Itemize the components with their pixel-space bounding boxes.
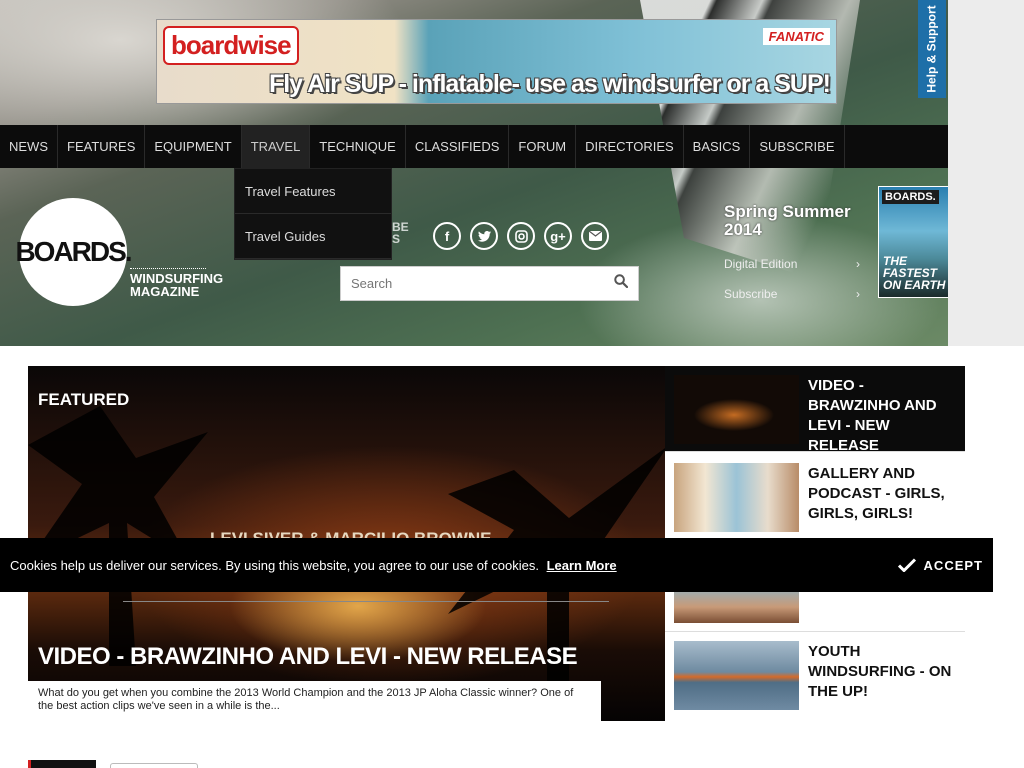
side-article-title: VIDEO - BRAWZINHO AND LEVI - NEW RELEASE [808, 377, 937, 454]
article-thumbnail [674, 375, 799, 444]
featured-label: FEATURED [38, 390, 130, 409]
side-article[interactable]: VIDEO - BRAWZINHO AND LEVI - NEW RELEASE [665, 366, 965, 454]
side-article-title: GALLERY AND PODCAST - GIRLS, GIRLS, GIRL… [808, 465, 945, 522]
digital-edition-link[interactable]: Digital Edition › [724, 257, 860, 271]
cover-masthead: BOARDS. [882, 190, 939, 204]
ad-tagline: Fly Air SUP - inflatable- use as windsur… [268, 70, 831, 98]
nav-equipment[interactable]: EQUIPMENT [145, 125, 242, 168]
issue-title-line2: 2014 [724, 220, 762, 239]
nav-subscribe[interactable]: SUBSCRIBE [750, 125, 845, 168]
section-tab[interactable] [28, 760, 96, 768]
issue-title: Spring Summer 2014 [724, 203, 851, 239]
chevron-right-icon: › [856, 287, 860, 301]
side-article-title: YOUTH WINDSURFING - ON THE UP! [808, 643, 952, 700]
cookie-consent-bar: Cookies help us deliver our services. By… [0, 538, 993, 592]
facebook-icon[interactable]: f [433, 222, 461, 250]
nav-classifieds[interactable]: CLASSIFIEDS [406, 125, 510, 168]
nav-travel[interactable]: TRAVEL [241, 125, 311, 168]
featured-excerpt: What do you get when you combine the 201… [28, 681, 601, 721]
logo-subtitle-line2: MAGAZINE [130, 284, 200, 299]
help-support-tab[interactable]: Help & Support [918, 0, 946, 98]
nav-forum[interactable]: FORUM [509, 125, 577, 168]
section-tab[interactable] [110, 763, 198, 768]
main-nav: NEWS FEATURES EQUIPMENT TRAVEL TECHNIQUE… [0, 125, 993, 168]
article-thumbnail [674, 463, 799, 532]
header-search-box [340, 266, 639, 301]
nav-technique[interactable]: TECHNIQUE [310, 125, 406, 168]
ad-brand-logo: boardwise [163, 26, 299, 65]
chevron-right-icon: › [856, 257, 860, 271]
learn-more-link[interactable]: Learn More [547, 558, 617, 573]
search-input[interactable] [341, 267, 591, 300]
accept-cookies-button[interactable]: ACCEPT [897, 557, 983, 573]
search-icon[interactable] [614, 274, 628, 288]
nav-basics[interactable]: BASICS [684, 125, 751, 168]
issue-title-line1: Spring Summer [724, 202, 851, 221]
subscribe-label: Subscribe [724, 287, 778, 301]
cookie-message-text: Cookies help us deliver our services. By… [10, 557, 539, 573]
side-article[interactable]: YOUTH WINDSURFING - ON THE UP! [665, 632, 965, 721]
featured-headline[interactable]: VIDEO - BRAWZINHO AND LEVI - NEW RELEASE [38, 643, 578, 671]
partially-hidden-text-line2: S [392, 232, 401, 246]
email-icon[interactable] [581, 222, 609, 250]
accept-label: ACCEPT [923, 557, 983, 573]
article-thumbnail [674, 641, 799, 710]
google-plus-icon[interactable]: g+ [544, 222, 572, 250]
help-support-label: Help & Support [925, 5, 940, 93]
dropdown-travel-guides[interactable]: Travel Guides [235, 214, 391, 259]
social-links: f g+ [433, 222, 609, 250]
checkmark-icon [897, 558, 916, 572]
cookie-message: Cookies help us deliver our services. By… [10, 558, 617, 573]
subscribe-link[interactable]: Subscribe › [724, 287, 860, 301]
partially-hidden-text: BE S [392, 221, 409, 245]
instagram-icon[interactable] [507, 222, 535, 250]
palm-silhouette [28, 406, 208, 666]
nav-news[interactable]: NEWS [0, 125, 58, 168]
nav-directories[interactable]: DIRECTORIES [576, 125, 684, 168]
logo-wordmark: BOARDS. [15, 236, 132, 267]
ad-banner[interactable]: boardwise FANATIC Fly Air SUP - inflatab… [156, 19, 837, 104]
twitter-icon[interactable] [470, 222, 498, 250]
side-article[interactable]: GALLERY AND PODCAST - GIRLS, GIRLS, GIRL… [665, 454, 965, 540]
logo-subtitle: WINDSURFING MAGAZINE [130, 268, 223, 299]
ad-partner-logo: FANATIC [762, 28, 830, 45]
divider [123, 601, 609, 602]
dropdown-travel-features[interactable]: Travel Features [235, 169, 391, 214]
site-logo[interactable]: BOARDS. [15, 198, 133, 306]
page-gutter [948, 0, 1024, 346]
digital-edition-label: Digital Edition [724, 257, 798, 271]
travel-dropdown-menu: Travel Features Travel Guides [234, 168, 392, 260]
nav-features[interactable]: FEATURES [58, 125, 146, 168]
